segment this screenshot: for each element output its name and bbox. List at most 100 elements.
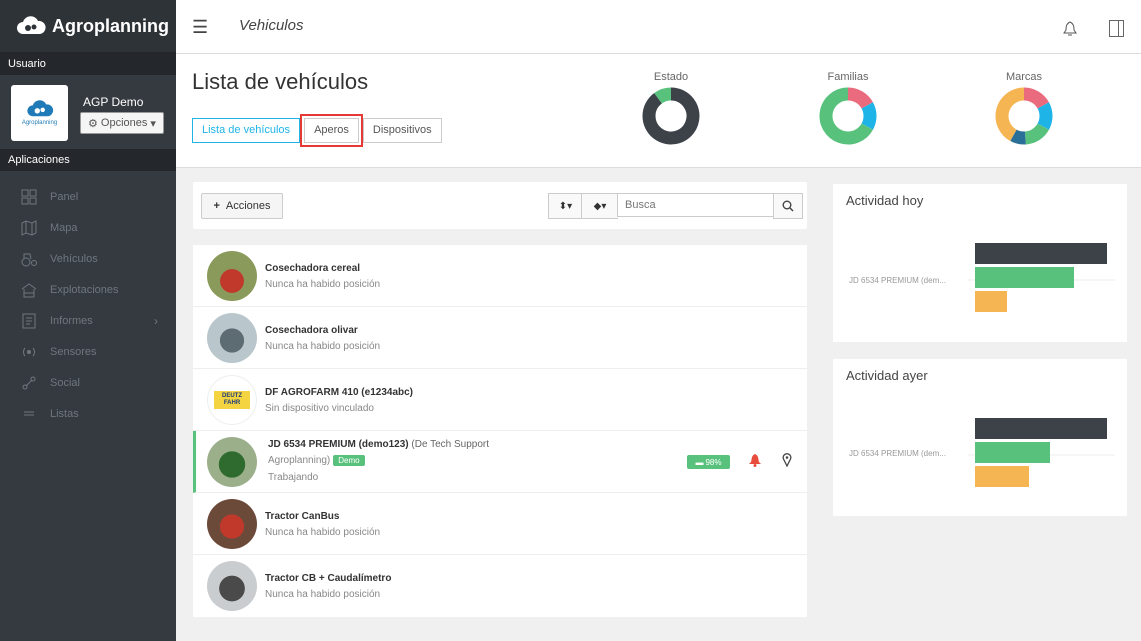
sidebar-item-label: Informes: [50, 314, 93, 327]
sensor-icon: [20, 343, 38, 361]
vehicle-owner-line: Agroplanning) Demo: [268, 455, 365, 466]
vehicle-status: Nunca ha habido posición: [265, 527, 381, 538]
activity-bar: [975, 442, 1050, 463]
donut-slice: [1037, 102, 1053, 130]
list-item[interactable]: Cosechadora cereal Nunca ha habido posic…: [193, 245, 807, 307]
tab-dispositivos[interactable]: Dispositivos: [362, 118, 442, 143]
donut-slice: [1023, 87, 1049, 109]
brand-logo-text: DEUTZ FAHR: [214, 391, 250, 409]
vehicle-photo: [207, 499, 257, 549]
tab-aperos[interactable]: Aperos: [300, 114, 363, 147]
sidebar-item-listas[interactable]: Listas: [0, 398, 176, 429]
username: AGP Demo: [83, 95, 144, 109]
social-icon: [20, 374, 38, 392]
report-icon: [20, 312, 38, 330]
search-icon: [782, 200, 794, 212]
brand[interactable]: Agroplanning: [0, 0, 176, 53]
donut-slice: [642, 87, 700, 145]
battery-badge: ▬ 98%: [687, 455, 730, 469]
sidebar-item-vehiculos[interactable]: Vehículos: [0, 243, 176, 274]
list-item[interactable]: Tractor CB + Caudalímetro Nunca ha habid…: [193, 555, 807, 617]
sidebar: Agroplanning Usuario Agroplanning AGP De…: [0, 0, 176, 641]
vehicle-status: Nunca ha habido posición: [265, 341, 381, 352]
top-bar: ☰ Vehiculos: [176, 0, 1141, 54]
vehicle-photo: [207, 313, 257, 363]
vehicle-photo: [207, 251, 257, 301]
toggle-panel-icon[interactable]: [1109, 20, 1124, 37]
sidebar-item-label: Panel: [50, 190, 79, 203]
battery-icon: ▬: [695, 457, 704, 467]
donut-slice: [847, 87, 873, 109]
sidebar-item-explotaciones[interactable]: Explotaciones: [0, 274, 176, 305]
page-header: Lista de vehículos Lista de vehículos Ap…: [176, 54, 1141, 168]
list-icon: [20, 405, 38, 423]
vehicle-owner-cont: Agroplanning): [268, 455, 331, 466]
donut-slice: [654, 87, 672, 104]
options-button[interactable]: ⚙ Opciones ▾: [80, 112, 164, 134]
user-section-header: Usuario: [0, 53, 176, 75]
battery-value: 98%: [705, 457, 722, 467]
vehicle-name: DF AGROFARM 410 (e1234abc): [265, 387, 414, 398]
sidebar-item-label: Vehículos: [50, 252, 98, 265]
list-item[interactable]: Cosechadora olivar Nunca ha habido posic…: [193, 307, 807, 369]
donut-chart: [995, 87, 1053, 145]
demo-badge: Demo: [333, 455, 365, 466]
sort-icon: ⬍▾: [558, 200, 573, 212]
sidebar-item-label: Listas: [50, 407, 79, 420]
hamburger-menu-icon[interactable]: ☰: [192, 17, 208, 38]
sidebar-item-mapa[interactable]: Mapa: [0, 212, 176, 243]
list-item[interactable]: DEUTZ FAHR DF AGROFARM 410 (e1234abc) Si…: [193, 369, 807, 431]
vehicle-logo: DEUTZ FAHR: [207, 375, 257, 425]
user-box: Agroplanning AGP Demo ⚙ Opciones ▾: [0, 75, 176, 149]
list-toolbar: + Acciones ⬍▾ ◆▾: [193, 182, 807, 229]
alarm-bell-icon[interactable]: [749, 453, 761, 470]
grid-icon: [20, 188, 38, 206]
tag-filter-button[interactable]: ◆▾: [581, 193, 618, 219]
search-button[interactable]: [773, 193, 803, 219]
plus-icon: +: [213, 200, 220, 212]
actions-button[interactable]: + Acciones: [201, 193, 283, 219]
cloud-logo-icon: [26, 100, 53, 117]
donut-label: Marcas: [1005, 71, 1043, 83]
donut-estado[interactable]: Estado: [631, 71, 711, 149]
location-pin-icon[interactable]: [782, 453, 792, 470]
vehicle-status: Sin dispositivo vinculado: [265, 403, 374, 414]
avatar[interactable]: Agroplanning: [11, 85, 68, 141]
sort-button[interactable]: ⬍▾: [548, 193, 582, 219]
sidebar-item-informes[interactable]: Informes ›: [0, 305, 176, 336]
vehicle-status: Nunca ha habido posición: [265, 279, 381, 290]
vehicle-name-text: JD 6534 PREMIUM (demo123): [268, 439, 409, 450]
donut-slice: [1010, 129, 1026, 145]
brand-name: Agroplanning: [52, 15, 169, 36]
sidebar-item-panel[interactable]: Panel: [0, 181, 176, 212]
vehicle-photo: [207, 561, 257, 611]
sidebar-item-label: Sensores: [50, 345, 97, 358]
search-input[interactable]: [617, 193, 774, 217]
sidebar-item-sensores[interactable]: Sensores: [0, 336, 176, 367]
activity-bar: [975, 267, 1074, 288]
donut-slice: [995, 87, 1025, 141]
vehicle-list: Cosechadora cereal Nunca ha habido posic…: [193, 245, 807, 617]
section-title: Vehiculos: [239, 17, 304, 34]
activity-bar-chart: [968, 243, 1115, 312]
sidebar-nav: Panel Mapa Vehículos Explotaciones Infor…: [0, 181, 176, 429]
donut-label: Estado: [653, 71, 689, 83]
page-title: Lista de vehículos: [192, 69, 369, 94]
avatar-label: Agroplanning: [21, 120, 58, 126]
sidebar-item-social[interactable]: Social: [0, 367, 176, 398]
donut-familias[interactable]: Familias: [808, 71, 888, 149]
bell-icon[interactable]: [1063, 21, 1077, 40]
donut-slice: [861, 102, 877, 130]
vehicle-name: Tractor CanBus: [265, 511, 340, 522]
activity-bar: [975, 291, 1007, 312]
donut-label: Familias: [827, 71, 869, 83]
vehicle-name: Tractor CB + Caudalímetro: [265, 573, 392, 584]
tractor-icon: [20, 250, 38, 268]
tab-bar: Lista de vehículos Aperos Dispositivos: [192, 114, 442, 147]
activity-bar: [975, 466, 1029, 487]
farm-icon: [20, 281, 38, 299]
tab-lista-vehiculos[interactable]: Lista de vehículos: [192, 118, 301, 143]
list-item[interactable]: Tractor CanBus Nunca ha habido posición: [193, 493, 807, 555]
donut-marcas[interactable]: Marcas: [984, 71, 1064, 149]
list-item-selected[interactable]: JD 6534 PREMIUM (demo123) (De Tech Suppo…: [193, 431, 807, 493]
